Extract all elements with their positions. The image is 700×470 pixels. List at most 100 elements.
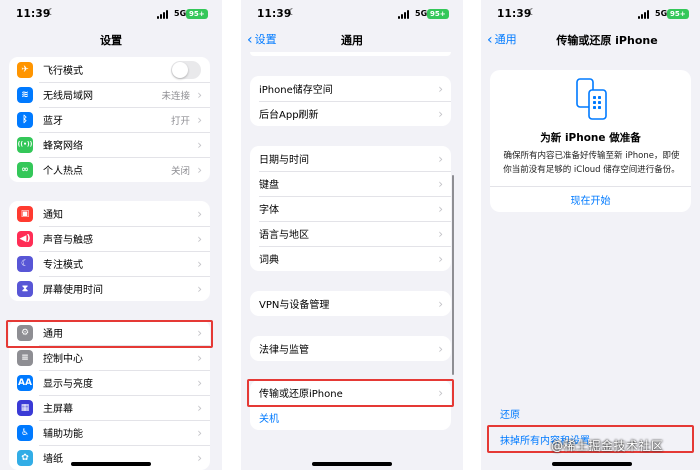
row-label: 飞行模式: [43, 66, 83, 77]
chevron-right-icon: ›: [197, 256, 202, 271]
general-row[interactable]: 字体 ›: [250, 196, 451, 221]
row-label: 键盘: [259, 180, 279, 191]
settings-row-toggles[interactable]: ≡ 控制中心 ›: [9, 345, 210, 370]
settings-row-wifi[interactable]: ≋ 无线局域网 未连接 ›: [9, 82, 210, 107]
bluetooth-icon: ᛒ: [17, 111, 33, 128]
card-heading: 为新 iPhone 做准备: [540, 132, 641, 144]
two-phones-icon: [576, 78, 607, 120]
hotspot-icon: ∞: [17, 161, 33, 178]
row-label: 控制中心: [43, 354, 83, 365]
general-row[interactable]: 日期与时间 ›: [250, 146, 451, 171]
reset-button[interactable]: 还原: [500, 406, 520, 421]
row-label: 通知: [43, 210, 63, 221]
chevron-right-icon: ›: [438, 296, 443, 311]
chevron-right-icon: ›: [438, 226, 443, 241]
signal-icon: [157, 10, 170, 19]
home-indicator[interactable]: [312, 462, 392, 466]
settings-group-notifications: ▣ 通知 › ◀) 声音与触感 › ☾ 专注模式 › ⧗ 屏幕使用时间 ›: [9, 201, 210, 301]
moon-icon: ☾: [17, 255, 33, 272]
row-value: 未连接: [161, 90, 190, 102]
transfer-screen: 11:39 ☾ 5G 95+ ‹ 通用 传输或还原 iPhone 为新 iPhon…: [481, 0, 700, 470]
battery-icon: 95+: [667, 9, 689, 19]
settings-row-airplane[interactable]: ✈ 飞行模式: [9, 57, 210, 82]
settings-row-bluetooth[interactable]: ᛒ 蓝牙 打开 ›: [9, 107, 210, 132]
home-indicator[interactable]: [552, 462, 632, 466]
settings-row-moon[interactable]: ☾ 专注模式 ›: [9, 251, 210, 276]
row-label: 主屏幕: [43, 404, 73, 415]
general-row[interactable]: iPhone储存空间 ›: [250, 76, 451, 101]
nav-bar: ‹ 设置 通用: [241, 28, 463, 52]
general-screen: 11:39 ☾ 5G 95+ ‹ 设置 通用 iPhone储存空间 › 后台App刷新…: [241, 0, 463, 470]
row-label: 个人热点: [43, 166, 83, 177]
chevron-right-icon: ›: [438, 176, 443, 191]
settings-row-hourglass[interactable]: ⧗ 屏幕使用时间 ›: [9, 276, 210, 301]
home-indicator[interactable]: [71, 462, 151, 466]
network-label: 5G: [655, 9, 668, 18]
general-group-legal: 法律与监管 ›: [250, 336, 451, 361]
general-row[interactable]: VPN与设备管理 ›: [250, 291, 451, 316]
accessibility-icon: ♿: [17, 424, 33, 441]
antenna-icon: ((•)): [17, 136, 33, 153]
card-description: 确保所有内容已准备好传输至新 iPhone，即使你当前没有足够的 iCloud …: [503, 151, 680, 175]
general-group-vpn: VPN与设备管理 ›: [250, 291, 451, 316]
notification-icon: ▣: [17, 205, 33, 222]
settings-group-connectivity: ✈ 飞行模式 ≋ 无线局域网 未连接 › ᛒ 蓝牙 打开 › ((•)) 蜂窝网络 › ∞ 个人热点 关闭 ›: [9, 57, 210, 182]
status-time: 11:39: [257, 8, 292, 20]
battery-icon: 95+: [186, 9, 208, 19]
general-row[interactable]: 关机: [250, 405, 451, 430]
focus-moon-icon: ☾: [528, 8, 537, 18]
focus-moon-icon: ☾: [47, 8, 56, 18]
row-label: 词典: [259, 255, 279, 266]
settings-row-notification[interactable]: ▣ 通知 ›: [9, 201, 210, 226]
row-label: 蓝牙: [43, 116, 63, 127]
row-value: 关闭: [170, 165, 190, 177]
chevron-right-icon: ›: [197, 425, 202, 440]
status-bar: 11:39 ☾ 5G 95+: [481, 0, 700, 28]
chevron-right-icon: ›: [197, 206, 202, 221]
settings-row-brightness[interactable]: AA 显示与亮度 ›: [9, 370, 210, 395]
general-group-locale: 日期与时间 › 键盘 › 字体 › 语言与地区 › 词典 ›: [250, 146, 451, 271]
row-label: 墙纸: [43, 454, 63, 465]
row-label: 法律与监管: [259, 345, 309, 356]
row-label: 后台App刷新: [259, 110, 319, 121]
chevron-right-icon: ›: [197, 400, 202, 415]
toggles-icon: ≡: [17, 349, 33, 366]
row-label: 语言与地区: [259, 230, 309, 241]
settings-row-speaker[interactable]: ◀) 声音与触感 ›: [9, 226, 210, 251]
chevron-right-icon: ›: [197, 112, 202, 127]
page-title: 设置: [100, 34, 122, 47]
start-now-button[interactable]: 现在开始: [490, 192, 691, 207]
chevron-right-icon: ›: [197, 450, 202, 465]
scrollbar[interactable]: [452, 175, 454, 375]
battery-icon: 95+: [427, 9, 449, 19]
highlight-general: [6, 320, 213, 348]
signal-icon: [638, 10, 651, 19]
general-row[interactable]: 后台App刷新 ›: [250, 101, 451, 126]
page-title: 通用: [341, 34, 363, 47]
nav-bar: ‹ 通用 传输或还原 iPhone: [481, 28, 700, 52]
chevron-right-icon: ›: [197, 375, 202, 390]
row-label: 字体: [259, 205, 279, 216]
settings-row-antenna[interactable]: ((•)) 蜂窝网络 ›: [9, 132, 210, 157]
settings-row-hotspot[interactable]: ∞ 个人热点 关闭 ›: [9, 157, 210, 182]
settings-row-accessibility[interactable]: ♿ 辅助功能 ›: [9, 420, 210, 445]
row-label: 关机: [259, 414, 279, 425]
airplane-mode-toggle[interactable]: [171, 60, 201, 79]
chevron-right-icon: ›: [438, 251, 443, 266]
general-row[interactable]: 词典 ›: [250, 246, 451, 271]
settings-row-wallpaper[interactable]: ✿ 墙纸 ›: [9, 445, 210, 470]
chevron-right-icon: ›: [438, 106, 443, 121]
airplane-icon: ✈: [17, 61, 33, 78]
settings-row-grid[interactable]: ▦ 主屏幕 ›: [9, 395, 210, 420]
chevron-right-icon: ›: [197, 87, 202, 102]
network-label: 5G: [174, 9, 187, 18]
general-row[interactable]: 法律与监管 ›: [250, 336, 451, 361]
status-bar: 11:39 ☾ 5G 95+: [0, 0, 222, 28]
chevron-right-icon: ›: [197, 281, 202, 296]
page-title: 传输或还原 iPhone: [556, 34, 658, 47]
settings-screen: 11:39 ☾ 5G 95+ 设置 ✈ 飞行模式 ≋ 无线局域网 未连接 › ᛒ 蓝牙 打开 ›(…: [0, 0, 222, 470]
general-row[interactable]: 语言与地区 ›: [250, 221, 451, 246]
nav-bar: 设置: [0, 28, 222, 52]
general-row[interactable]: 键盘 ›: [250, 171, 451, 196]
highlight-transfer: [247, 379, 454, 407]
